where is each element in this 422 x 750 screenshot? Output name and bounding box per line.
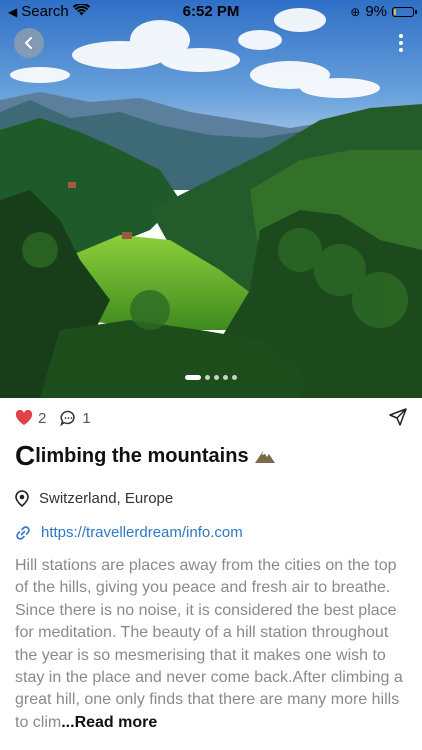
battery-percent: 9% (365, 3, 387, 20)
status-bar: ◀ Search 6:52 PM ⊕ 9% (0, 0, 422, 24)
carousel-dot[interactable] (205, 375, 210, 380)
location-row: Switzerland, Europe (15, 490, 407, 507)
title-initial: C (15, 440, 36, 471)
carousel-dot[interactable] (232, 375, 237, 380)
carousel-dot[interactable] (223, 375, 228, 380)
post-actions: 2 1 (15, 407, 407, 429)
link-url[interactable]: https://travellerdream/info.com (41, 524, 243, 541)
lock-rotation-icon: ⊕ (350, 4, 361, 19)
link-icon (16, 525, 30, 540)
share-icon (389, 408, 407, 426)
read-more-link[interactable]: ...Read more (61, 714, 157, 731)
more-options-button[interactable] (398, 34, 404, 52)
comment-count: 1 (82, 409, 91, 427)
title-text: limbing the mountains (35, 444, 249, 467)
description-text: Hill stations are places away from the c… (15, 557, 403, 731)
like-count: 2 (38, 409, 47, 427)
battery-icon (392, 6, 417, 17)
carousel-indicator (0, 375, 422, 380)
carousel-dot[interactable] (214, 375, 219, 380)
hero-image[interactable] (0, 0, 422, 398)
back-button[interactable] (14, 28, 44, 58)
comment-icon (60, 410, 76, 426)
mountain-emoji-icon (254, 451, 275, 463)
carousel-dot[interactable] (185, 375, 201, 380)
like-button[interactable]: 2 (15, 410, 46, 427)
heart-icon (15, 410, 33, 425)
battery-fill (394, 8, 396, 15)
share-button[interactable] (389, 408, 407, 430)
post-description: Hill stations are places away from the c… (15, 555, 410, 734)
location-pin-icon (15, 490, 29, 507)
comment-button[interactable]: 1 (60, 409, 91, 427)
status-right: ⊕ 9% (350, 3, 417, 20)
back-icon (25, 37, 32, 49)
location-text: Switzerland, Europe (39, 490, 174, 507)
link-row[interactable]: https://travellerdream/info.com (15, 524, 407, 541)
post-title: Climbing the mountains (15, 442, 407, 470)
more-icon (399, 34, 403, 38)
